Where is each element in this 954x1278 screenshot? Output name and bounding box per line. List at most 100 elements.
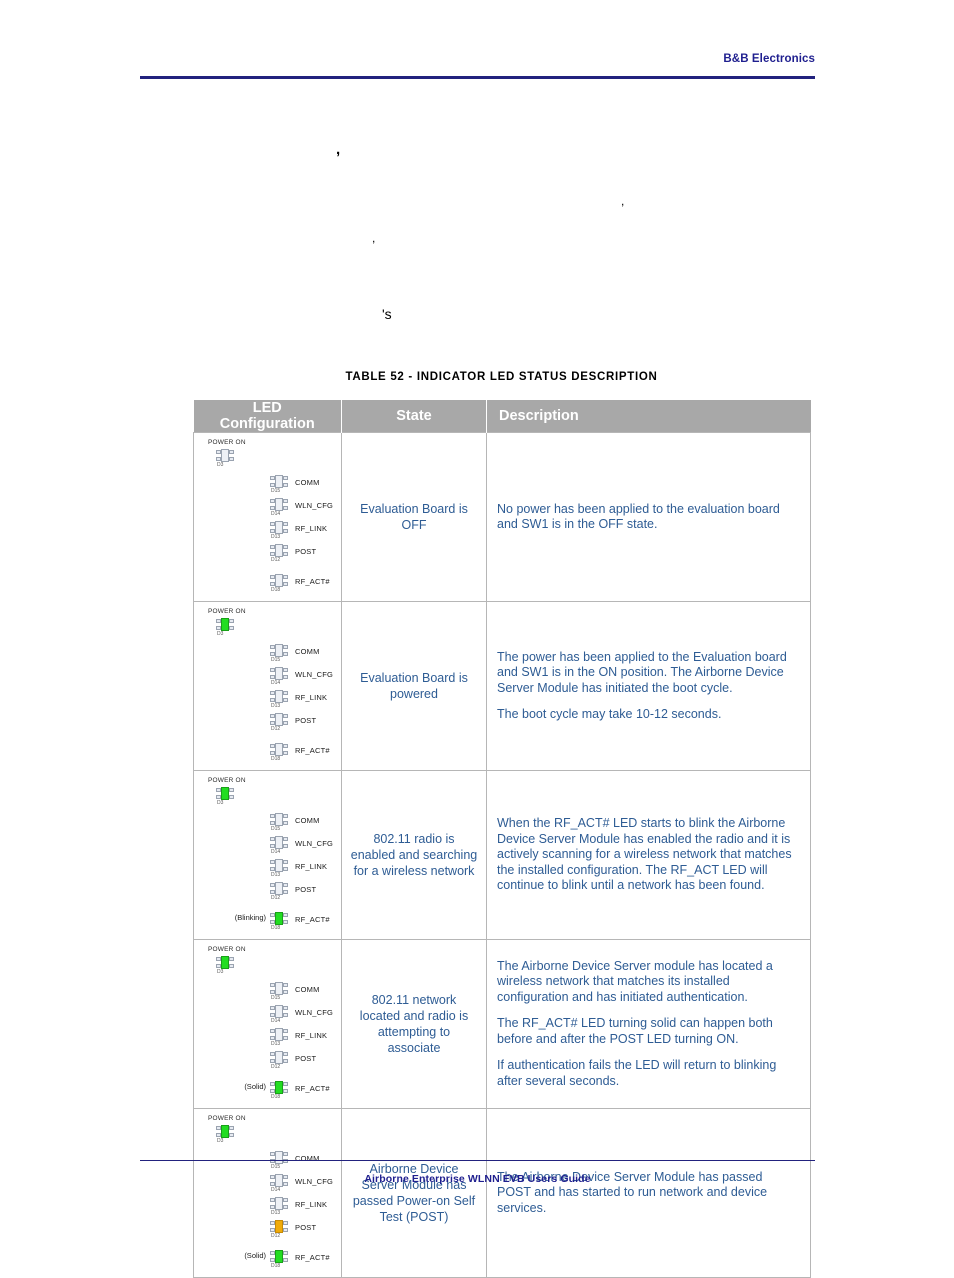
led-pad bbox=[283, 1012, 288, 1017]
led-pad bbox=[229, 957, 234, 961]
led-body bbox=[275, 1027, 283, 1041]
led-body bbox=[275, 543, 283, 557]
led-post-icon: D12 bbox=[270, 1050, 288, 1070]
led-pad bbox=[283, 551, 288, 556]
led-label: COMM bbox=[295, 647, 320, 656]
led-pad bbox=[283, 982, 288, 987]
cell-description: The Airborne Device Server module has lo… bbox=[486, 939, 811, 1109]
led-row-rf-act: (Solid) D18 RF_ACT# bbox=[198, 1077, 338, 1100]
led-state-note: (Solid) bbox=[244, 1082, 266, 1091]
led-row-post: D12 POST bbox=[198, 709, 338, 732]
led-rf-link-icon: D13 bbox=[270, 689, 288, 709]
cell-description: When the RF_ACT# LED starts to blink the… bbox=[486, 770, 811, 940]
led-configuration-diagram: POWER ON D3 D15 COMM D14 WLN_CFG D13 RF_LINK D12… bbox=[198, 946, 338, 1100]
led-pad bbox=[283, 989, 288, 994]
led-pad bbox=[283, 1197, 288, 1202]
led-body bbox=[275, 812, 283, 826]
cell-led-configuration: POWER ON D3 D15 COMM D14 WLN_CFG D13 RF_LINK D12… bbox=[193, 601, 342, 771]
led-body bbox=[275, 666, 283, 680]
led-row-rf-link: D13 RF_LINK bbox=[198, 855, 338, 878]
table-row: POWER ON D3 D15 COMM D14 WLN_CFG D13 RF_LINK D12… bbox=[193, 1108, 811, 1278]
led-configuration-diagram: POWER ON D3 D15 COMM D14 WLN_CFG D13 RF_LINK D12… bbox=[198, 1115, 338, 1269]
led-pad bbox=[283, 544, 288, 549]
led-rf-act-icon: D18 bbox=[270, 911, 288, 931]
led-refdes: D18 bbox=[271, 1262, 281, 1269]
led-pad bbox=[283, 720, 288, 725]
led-refdes: D12 bbox=[271, 894, 281, 901]
cell-description: The power has been applied to the Evalua… bbox=[486, 601, 811, 771]
table-row: POWER ON D3 D15 COMM D14 WLN_CFG D13 RF_LINK D12… bbox=[193, 601, 811, 771]
led-label: POST bbox=[295, 1054, 317, 1063]
cell-led-configuration: POWER ON D3 D15 COMM D14 WLN_CFG D13 RF_LINK D12… bbox=[193, 770, 342, 940]
led-refdes: D12 bbox=[271, 725, 281, 732]
led-pad bbox=[283, 1204, 288, 1209]
led-wln-cfg-icon: D14 bbox=[270, 835, 288, 855]
description-paragraph: The RF_ACT# LED turning solid can happen… bbox=[497, 1016, 773, 1046]
led-row-wln-cfg: D14 WLN_CFG bbox=[198, 832, 338, 855]
led-refdes: D15 bbox=[271, 487, 281, 494]
led-refdes: D12 bbox=[271, 1232, 281, 1239]
cell-led-configuration: POWER ON D3 D15 COMM D14 WLN_CFG D13 RF_LINK D12… bbox=[193, 1108, 342, 1278]
footer-divider bbox=[140, 1160, 815, 1161]
led-row-comm: D15 COMM bbox=[198, 809, 338, 832]
led-body bbox=[275, 1004, 283, 1018]
led-pad bbox=[283, 651, 288, 656]
led-label: RF_ACT# bbox=[295, 577, 330, 586]
led-rf-link-icon: D13 bbox=[270, 858, 288, 878]
led-body bbox=[275, 520, 283, 534]
led-pad bbox=[229, 964, 234, 968]
led-refdes: D12 bbox=[271, 556, 281, 563]
led-refdes: D18 bbox=[271, 924, 281, 931]
led-post-icon: D12 bbox=[270, 543, 288, 563]
led-body bbox=[275, 1219, 283, 1233]
led-pad bbox=[283, 750, 288, 755]
cell-state: 802.11 network located and radio is atte… bbox=[341, 939, 487, 1109]
led-label: COMM bbox=[295, 478, 320, 487]
led-configuration-diagram: POWER ON D3 D15 COMM D14 WLN_CFG D13 RF_LINK D12… bbox=[198, 777, 338, 931]
led-pad bbox=[283, 1220, 288, 1225]
table-row: POWER ON D3 D15 COMM D14 WLN_CFG D13 RF_LINK D12… bbox=[193, 770, 811, 940]
led-pad bbox=[283, 475, 288, 480]
table-header-row: LED Configuration State Description bbox=[193, 400, 811, 433]
description-paragraph: The boot cycle may take 10-12 seconds. bbox=[497, 707, 722, 721]
led-pad bbox=[283, 581, 288, 586]
led-pad bbox=[283, 1227, 288, 1232]
led-wln-cfg-icon: D14 bbox=[270, 1004, 288, 1024]
led-refdes: D14 bbox=[271, 848, 281, 855]
led-pad bbox=[283, 667, 288, 672]
led-pad bbox=[283, 1081, 288, 1086]
led-row-rf-act: (Blinking) D18 RF_ACT# bbox=[198, 908, 338, 931]
led-label: WLN_CFG bbox=[295, 501, 334, 510]
led-rf-act-icon: D18 bbox=[270, 742, 288, 762]
led-post-icon: D12 bbox=[270, 712, 288, 732]
led-pad bbox=[229, 1133, 234, 1137]
led-pad bbox=[283, 1028, 288, 1033]
led-refdes: D14 bbox=[271, 1017, 281, 1024]
led-body bbox=[221, 618, 229, 631]
led-label: POST bbox=[295, 547, 317, 556]
power-on-group: POWER ON D3 bbox=[198, 777, 338, 807]
led-state-note: (Solid) bbox=[244, 1251, 266, 1260]
led-row-post: D12 POST bbox=[198, 1047, 338, 1070]
led-stack: D15 COMM D14 WLN_CFG D13 RF_LINK D12 POST (Solid… bbox=[198, 978, 338, 1100]
led-label: RF_ACT# bbox=[295, 1253, 330, 1262]
led-row-wln-cfg: D14 WLN_CFG bbox=[198, 494, 338, 517]
led-row-comm: D15 COMM bbox=[198, 640, 338, 663]
led-pad bbox=[283, 859, 288, 864]
led-refdes: D3 bbox=[217, 800, 224, 806]
led-stack: D15 COMM D14 WLN_CFG D13 RF_LINK D12 POST D18 RF_… bbox=[198, 640, 338, 762]
led-pad bbox=[283, 505, 288, 510]
led-pad bbox=[283, 1035, 288, 1040]
cell-description: No power has been applied to the evaluat… bbox=[486, 432, 811, 602]
led-row-wln-cfg: D14 WLN_CFG bbox=[198, 1001, 338, 1024]
description-paragraph: When the RF_ACT# LED starts to blink the… bbox=[497, 816, 792, 893]
led-refdes: D14 bbox=[271, 1186, 281, 1193]
led-row-rf-act: (Solid) D18 RF_ACT# bbox=[198, 1246, 338, 1269]
led-refdes: D12 bbox=[271, 1063, 281, 1070]
led-pad bbox=[283, 498, 288, 503]
led-row-rf-act: D18 RF_ACT# bbox=[198, 739, 338, 762]
led-pad bbox=[283, 1250, 288, 1255]
led-stack: D15 COMM D14 WLN_CFG D13 RF_LINK D12 POST (Blink… bbox=[198, 809, 338, 931]
led-body bbox=[275, 1249, 283, 1263]
led-refdes: D3 bbox=[217, 969, 224, 975]
